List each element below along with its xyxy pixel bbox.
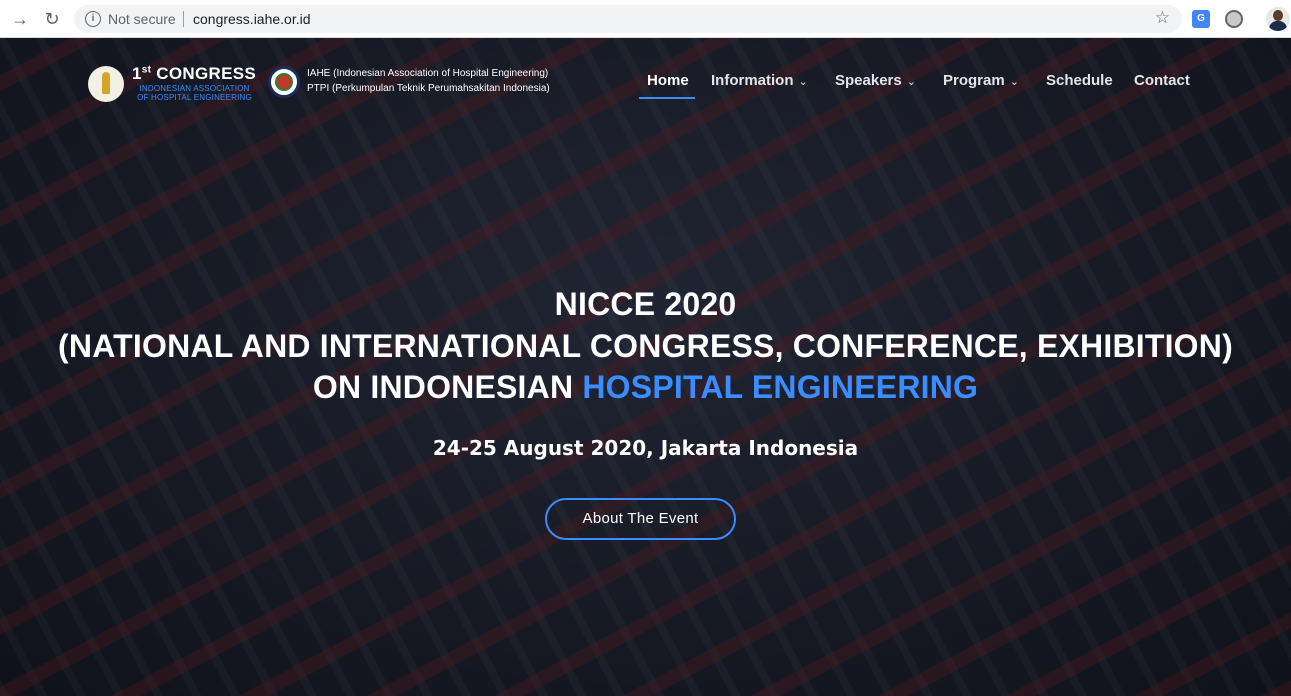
back-arrow-icon[interactable]: → <box>10 9 30 29</box>
congress-logo-icon[interactable] <box>88 66 124 102</box>
brand-subtitle: INDONESIAN ASSOCIATION OF HOSPITAL ENGIN… <box>137 84 252 102</box>
security-label: Not secure <box>108 11 176 27</box>
url-separator <box>183 11 184 27</box>
about-event-button[interactable]: About The Event <box>545 498 736 540</box>
org-line-ptpi: PTPI (Perkumpulan Teknik Perumahsakitan … <box>307 83 550 94</box>
hero-title-line2: (NATIONAL AND INTERNATIONAL CONGRESS, CO… <box>58 328 1233 364</box>
info-icon[interactable]: i <box>85 11 101 27</box>
hero-section: 1st CONGRESS INDONESIAN ASSOCIATION OF H… <box>0 38 1291 696</box>
hero-title-accent: HOSPITAL ENGINEERING <box>582 369 979 405</box>
nav-program[interactable]: Program ⌄ <box>943 72 1019 96</box>
address-bar[interactable]: i Not secure congress.iahe.or.id ☆ <box>74 5 1182 33</box>
nav-information[interactable]: Information ⌄ <box>711 72 808 96</box>
nav-active-underline <box>639 97 695 99</box>
nav-home[interactable]: Home <box>647 72 689 96</box>
chevron-down-icon: ⌄ <box>1009 76 1019 88</box>
extension-icon[interactable] <box>1225 10 1243 28</box>
profile-avatar[interactable] <box>1266 7 1290 31</box>
browser-toolbar: → ↻ i Not secure congress.iahe.or.id ☆ G <box>0 0 1291 38</box>
chevron-down-icon: ⌄ <box>798 76 808 88</box>
nav-schedule[interactable]: Schedule <box>1046 72 1113 96</box>
reload-icon[interactable]: ↻ <box>42 9 62 29</box>
org-line-iahe: IAHE (Indonesian Association of Hospital… <box>307 68 549 79</box>
event-date: 24-25 August 2020, Jakarta Indonesia <box>432 436 859 460</box>
bookmark-star-icon[interactable]: ☆ <box>1155 8 1170 28</box>
nav-contact[interactable]: Contact <box>1134 72 1190 96</box>
hero-overlay <box>0 38 1291 696</box>
url-text[interactable]: congress.iahe.or.id <box>193 11 311 27</box>
iahe-seal-icon <box>268 66 300 98</box>
hero-title-line1: NICCE 2020 <box>554 286 737 322</box>
brand-title[interactable]: 1st CONGRESS <box>132 64 256 84</box>
chevron-down-icon: ⌄ <box>906 76 916 88</box>
hero-title-line3: ON INDONESIAN HOSPITAL ENGINEERING <box>312 369 979 405</box>
nav-speakers[interactable]: Speakers ⌄ <box>835 72 916 96</box>
translate-extension-icon[interactable]: G <box>1192 10 1210 28</box>
